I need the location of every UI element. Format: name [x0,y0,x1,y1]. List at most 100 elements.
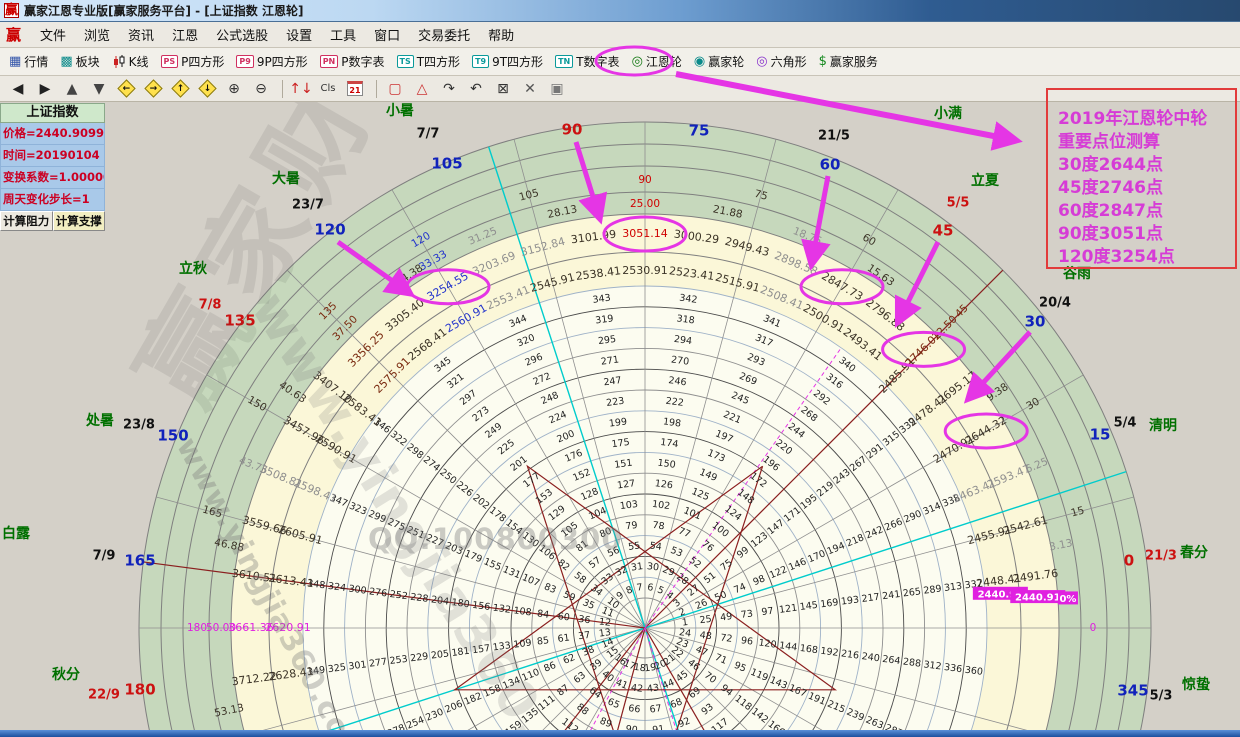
svg-text:222: 222 [665,396,684,409]
rotate-ccw-icon[interactable]: ↶ [464,78,488,100]
svg-text:301: 301 [348,659,367,672]
svg-text:127: 127 [616,478,635,491]
svg-text:199: 199 [608,416,627,429]
button-计算支撑[interactable]: 计算支撑 [53,211,106,231]
toolbar-button-板块[interactable]: ▩板块 [55,50,104,74]
menu-item-工具[interactable]: 工具 [321,26,365,47]
svg-text:169: 169 [820,597,839,610]
svg-text:30: 30 [646,561,659,573]
svg-text:121: 121 [778,603,797,616]
toolbar-button-9T四方形[interactable]: T99T四方形 [467,50,548,74]
toolbar-button-江恩轮[interactable]: ◎江恩轮 [627,50,687,74]
solar-term-label: 白露 [2,525,31,542]
menu-items: 文件浏览资讯江恩公式选股设置工具窗口交易委托帮助 [31,25,523,44]
cls-icon[interactable]: Cls [316,78,340,100]
annotation-line-6: 120度3254点 [1058,246,1235,269]
svg-text:109: 109 [513,637,532,650]
solar-term-label: 秋分 [52,666,80,683]
dia-right-icon[interactable]: → [141,78,165,100]
menu-item-设置[interactable]: 设置 [277,26,321,47]
rotate-cw-icon[interactable]: ↷ [437,78,461,100]
nav-down-icon[interactable]: ▼ [87,78,111,100]
xbox-icon[interactable]: ⊠ [491,78,515,100]
svg-text:181: 181 [451,646,470,659]
menu-item-江恩[interactable]: 江恩 [163,26,207,47]
toolbar-button-label: 赢家服务 [830,53,878,70]
svg-text:144: 144 [778,640,797,653]
zoom-out-icon[interactable]: ⊖ [249,78,273,100]
toolbar-button-T四方形[interactable]: TST四方形 [392,50,466,74]
info-row-1: 时间=20190104 [0,145,105,167]
date-label: 23/8 [123,418,155,433]
toolbar-button-label: 板块 [76,53,100,70]
toolbar-button-P数字表[interactable]: PNP数字表 [315,50,390,74]
dia-left-icon[interactable]: ← [114,78,138,100]
date-label: 20/4 [1039,296,1071,311]
svg-text:48: 48 [699,630,712,642]
annotation-line-0: 2019年江恩轮中轮 [1058,108,1235,131]
svg-text:132: 132 [492,603,511,616]
svg-text:342: 342 [679,293,698,306]
menu-item-文件[interactable]: 文件 [31,26,75,47]
annotation-line-1: 重要点位测算 [1058,131,1235,154]
rect-tool-icon[interactable]: ▢ [383,78,407,100]
svg-text:228: 228 [410,592,429,605]
degree-label: 30 [1025,313,1046,331]
toolbar-separator [376,80,377,98]
triangle-tool-icon[interactable]: △ [410,78,434,100]
toolbar-button-label: 六角形 [771,53,807,70]
svg-text:174: 174 [660,437,679,450]
badge-icon: PS [161,55,179,68]
menu-item-资讯[interactable]: 资讯 [119,26,163,47]
toolbar-button-P四方形[interactable]: PSP四方形 [156,50,230,74]
info-row-3: 周天变化步长=1 [0,189,105,211]
menu-item-公式选股[interactable]: 公式选股 [207,26,277,47]
solar-term-label: 春分 [1179,544,1208,561]
svg-text:312: 312 [923,659,942,672]
annotation-line-3: 45度2746点 [1058,177,1235,200]
svg-text:133: 133 [492,640,511,653]
solar-term-label: 大暑 [272,170,300,187]
degree-label: 150 [157,427,188,445]
svg-text:252: 252 [389,589,408,602]
date-label: 7/7 [417,127,440,142]
svg-text:229: 229 [410,651,429,664]
button-计算阻力[interactable]: 计算阻力 [0,211,53,231]
toolbar-button-六角形[interactable]: ◎六角形 [751,50,811,74]
menu-item-交易委托[interactable]: 交易委托 [409,26,479,47]
toolbar-button-行情[interactable]: ▦行情 [4,50,53,74]
toolbar-button-赢家轮[interactable]: ◉赢家轮 [689,50,749,74]
degree-label: 105 [431,155,462,173]
menu-item-帮助[interactable]: 帮助 [479,26,523,47]
info-row-2: 变换系数=1.00000 [0,167,105,189]
cross-icon[interactable]: ✕ [518,78,542,100]
svg-text:50.00: 50.00 [206,622,236,634]
nav-up-icon[interactable]: ▲ [60,78,84,100]
solar-term-label: 处暑 [85,412,114,429]
svg-text:85: 85 [536,635,549,647]
select-tool-icon[interactable]: ▣ [545,78,569,100]
zoom-in-icon[interactable]: ⊕ [222,78,246,100]
toolbar-button-K线[interactable]: K线 [107,50,154,74]
svg-text:325: 325 [327,662,346,675]
updown-icon[interactable]: ↑↓ [289,78,313,100]
dia-up-icon[interactable]: ↑ [168,78,192,100]
svg-text:324: 324 [327,581,346,594]
svg-text:24: 24 [678,627,691,639]
svg-text:246: 246 [668,375,687,388]
nav-left-icon[interactable]: ◀ [6,78,30,100]
menu-item-浏览[interactable]: 浏览 [75,26,119,47]
badge-icon: P9 [236,55,253,68]
toolbar-button-T数字表[interactable]: TNT数字表 [550,50,625,74]
svg-text:73: 73 [740,608,753,620]
menu-item-窗口[interactable]: 窗口 [365,26,409,47]
degree-label: 135 [224,312,255,330]
badge-icon: T9 [472,55,489,68]
toolbar-button-赢家服务[interactable]: $赢家服务 [814,50,883,74]
svg-text:2530.91: 2530.91 [622,264,668,277]
toolbar-button-9P四方形[interactable]: P99P四方形 [231,50,312,74]
calendar-icon[interactable]: 21 [343,78,367,100]
dia-down-icon[interactable]: ↓ [195,78,219,100]
svg-text:25: 25 [699,614,712,626]
nav-right-icon[interactable]: ▶ [33,78,57,100]
